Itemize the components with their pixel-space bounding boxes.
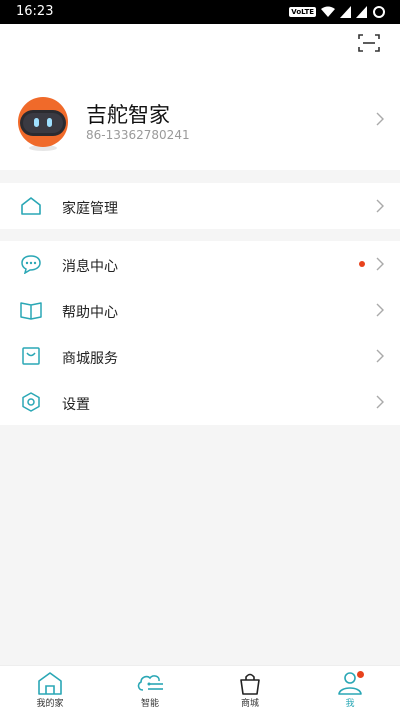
chevron-right-icon [376, 303, 384, 317]
tab-label: 我的家 [36, 699, 64, 709]
menu-group-services: 消息中心 帮助中心 商城服务 设置 [0, 241, 400, 425]
tab-badge [357, 671, 364, 678]
home-outline-icon [21, 197, 41, 215]
scan-icon[interactable] [358, 34, 380, 52]
username: 吉舵智家 [86, 103, 170, 127]
phone-number: 86-13362780241 [86, 128, 190, 142]
tab-smart[interactable]: 智能 [100, 666, 200, 711]
avatar[interactable] [15, 96, 71, 152]
menu-group-home: 家庭管理 [0, 183, 400, 229]
menu-item-label: 设置 [62, 397, 90, 413]
shopping-bag-icon [22, 347, 40, 365]
chevron-right-icon [376, 257, 384, 271]
profile-header[interactable]: 吉舵智家 86-13362780241 [0, 24, 400, 170]
chevron-right-icon [376, 199, 384, 213]
unread-badge [359, 261, 365, 267]
home-tab-icon [38, 672, 62, 695]
cloud-smart-icon [137, 675, 163, 691]
bottom-tab-bar: 我的家 智能 商城 我 [0, 665, 400, 711]
tab-me[interactable]: 我 [300, 666, 400, 711]
chevron-right-icon [376, 395, 384, 409]
menu-item-label: 消息中心 [62, 259, 118, 275]
settings-hexagon-icon [22, 392, 40, 412]
menu-item-label: 帮助中心 [62, 305, 118, 321]
tab-my-home[interactable]: 我的家 [0, 666, 100, 711]
menu-item-mall-service[interactable]: 商城服务 [0, 333, 400, 379]
bag-tab-icon [240, 673, 260, 695]
tab-label: 商城 [240, 699, 259, 709]
menu-item-label: 家庭管理 [62, 201, 118, 217]
chevron-right-icon [376, 349, 384, 363]
battery-icon [373, 6, 385, 18]
menu-item-home-management[interactable]: 家庭管理 [0, 183, 400, 229]
volte-icon: VoLTE [289, 7, 316, 17]
status-time: 16:23 [16, 4, 54, 19]
wifi-icon [321, 6, 335, 17]
signal-icon [340, 6, 351, 18]
menu-item-settings[interactable]: 设置 [0, 379, 400, 425]
book-icon [20, 302, 42, 320]
menu-item-label: 商城服务 [62, 351, 118, 367]
menu-item-help-center[interactable]: 帮助中心 [0, 287, 400, 333]
menu-item-message-center[interactable]: 消息中心 [0, 241, 400, 287]
chevron-right-icon[interactable] [376, 112, 384, 126]
status-bar: 16:23 VoLTE [0, 0, 400, 24]
tab-label: 智能 [140, 699, 159, 709]
status-icons: VoLTE [289, 5, 386, 19]
tab-label: 我 [345, 699, 355, 709]
signal-2-icon [356, 6, 367, 18]
chat-bubble-icon [21, 255, 41, 274]
tab-mall[interactable]: 商城 [200, 666, 300, 711]
